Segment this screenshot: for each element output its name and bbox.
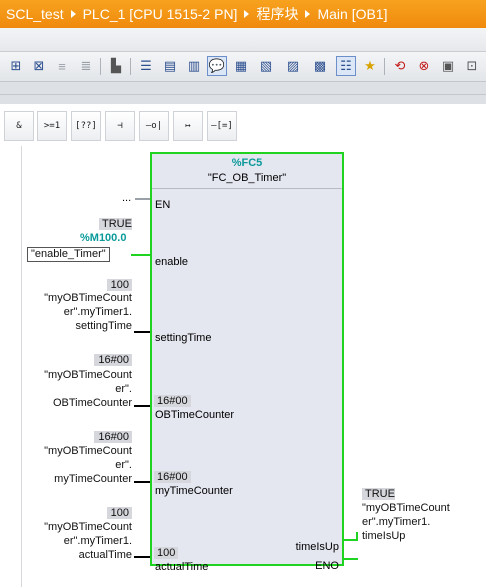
network-comments-icon[interactable]: ▥: [184, 56, 204, 76]
network-canvas[interactable]: %FC5 "FC_OB_Timer" EN enable settingTime…: [0, 146, 486, 587]
close-all-networks-icon[interactable]: ▤: [160, 56, 180, 76]
mytimecounter-operand-line1[interactable]: "myOBTimeCount: [44, 445, 132, 458]
favorites-list-icon[interactable]: ☷: [336, 56, 356, 76]
actualtime-operand-line3[interactable]: actualTime: [79, 549, 132, 562]
absolute-operands-icon[interactable]: ▦: [231, 56, 251, 76]
pin-actualtime[interactable]: actualTime: [155, 561, 208, 573]
enable-address[interactable]: %M100.0: [80, 232, 126, 244]
actualtime-operand-line2[interactable]: er".myTimer1.: [64, 535, 132, 548]
breadcrumb-arrow-icon: [244, 10, 250, 18]
timeisup-wire-riser: [356, 532, 358, 541]
pin-settingtime[interactable]: settingTime: [155, 332, 211, 344]
obtimecounter-value-box: 16#00: [94, 354, 132, 366]
en-operand[interactable]: ...: [122, 192, 131, 204]
enable-value-box: TRUE: [99, 218, 132, 230]
timeisup-operand-line2[interactable]: er".myTimer1.: [362, 516, 430, 529]
block-instance-name[interactable]: %FC5: [152, 157, 342, 169]
assignment-button[interactable]: –[=]: [207, 111, 237, 141]
symbol-table-icon[interactable]: ▩: [310, 56, 330, 76]
pin-mytimecounter[interactable]: myTimeCounter: [155, 485, 233, 497]
breadcrumb-project[interactable]: SCL_test: [6, 6, 64, 22]
ladder-instruction-toolbar: & >=1 [??] ⊣ –o| ↦ –[=]: [0, 104, 486, 146]
operand-display-icon[interactable]: ▧: [256, 56, 276, 76]
mytimecounter-operand-line2[interactable]: er".: [115, 459, 132, 472]
show-comments-icon[interactable]: 💬: [207, 56, 227, 76]
power-rail: [21, 146, 22, 587]
or-box-button[interactable]: >=1: [37, 111, 67, 141]
actualtime-operand-line1[interactable]: "myOBTimeCount: [44, 521, 132, 534]
settingtime-operand-line3[interactable]: settingTime: [76, 320, 132, 333]
eraser-icon[interactable]: ▙: [106, 56, 126, 76]
inner-value-obtimecounter: 16#00: [154, 395, 191, 407]
mytimecounter-wire: [134, 481, 150, 483]
goto-icon[interactable]: ⟲: [390, 56, 410, 76]
timeisup-operand-line1[interactable]: "myOBTimeCount: [362, 502, 450, 515]
editor-tab-strip: [0, 28, 486, 52]
contact-button[interactable]: ⊣: [105, 111, 135, 141]
actualtime-wire: [134, 556, 150, 558]
inner-value-mytimecounter: 16#00: [154, 471, 191, 483]
add-row-icon[interactable]: ≣: [76, 56, 96, 76]
and-box-button[interactable]: &: [4, 111, 34, 141]
settingtime-value-box: 100: [107, 279, 132, 291]
editor-toolbar: ⊞ ⊠ ≡ ≣ ▙ ☰ ▤ ▥ 💬 ▦ ▧ ▨ ▩ ☷ ★ ⟲ ⊗ ▣ ⊡: [0, 52, 486, 82]
actualtime-value-box: 100: [107, 507, 132, 519]
mytimecounter-operand-line3[interactable]: myTimeCounter: [54, 473, 132, 486]
inner-value-actualtime: 100: [154, 547, 179, 559]
timeisup-operand-line3[interactable]: timeIsUp: [362, 530, 405, 543]
obtimecounter-operand-line3[interactable]: OBTimeCounter: [53, 397, 132, 410]
monitor-icon[interactable]: ⊡: [462, 56, 482, 76]
mytimecounter-value-box: 16#00: [94, 431, 132, 443]
pin-en[interactable]: EN: [155, 199, 170, 211]
breadcrumb-main-ob1[interactable]: Main [OB1]: [317, 6, 387, 22]
toolbar-separator: [130, 58, 131, 75]
delete-breakpoint-icon[interactable]: ⊗: [414, 56, 434, 76]
block-type-name[interactable]: "FC_OB_Timer": [152, 172, 342, 184]
obtimecounter-operand-line1[interactable]: "myOBTimeCount: [44, 369, 132, 382]
insert-network-icon[interactable]: ⊞: [6, 56, 26, 76]
breadcrumb-arrow-icon: [70, 10, 76, 18]
favorites-icon[interactable]: ★: [360, 56, 380, 76]
eno-wire: [344, 558, 358, 560]
negated-contact-button[interactable]: –o|: [139, 111, 169, 141]
pin-obtimecounter[interactable]: OBTimeCounter: [155, 409, 234, 421]
empty-box-button[interactable]: [??]: [71, 111, 101, 141]
settingtime-wire: [134, 331, 150, 333]
timeisup-value-box: TRUE: [362, 488, 395, 500]
open-branch-button[interactable]: ↦: [173, 111, 203, 141]
pin-timeisup[interactable]: timeIsUp: [296, 541, 339, 553]
function-block-fc5[interactable]: %FC5 "FC_OB_Timer" EN enable settingTime…: [150, 152, 344, 573]
open-all-networks-icon[interactable]: ☰: [136, 56, 156, 76]
call-hierarchy-icon[interactable]: ▣: [438, 56, 458, 76]
breadcrumb-program-blocks[interactable]: 程序块: [256, 4, 298, 24]
divider: [0, 94, 486, 95]
toolbar-separator: [100, 58, 101, 75]
pin-enable[interactable]: enable: [155, 256, 188, 268]
insert-row-icon[interactable]: ≡: [52, 56, 72, 76]
obtimecounter-wire: [134, 405, 150, 407]
enable-wire: [131, 254, 150, 256]
pin-eno[interactable]: ENO: [315, 560, 339, 572]
breadcrumb-arrow-icon: [305, 10, 311, 18]
tag-information-icon[interactable]: ▨: [283, 56, 303, 76]
block-header-divider: [152, 188, 342, 189]
breadcrumb-plc[interactable]: PLC_1 [CPU 1515-2 PN]: [83, 6, 238, 22]
breadcrumb: SCL_test PLC_1 [CPU 1515-2 PN] 程序块 Main …: [0, 0, 486, 28]
enable-symbol-field[interactable]: "enable_Timer": [27, 247, 110, 262]
obtimecounter-operand-line2[interactable]: er".: [115, 383, 132, 396]
settingtime-operand-line1[interactable]: "myOBTimeCount: [44, 292, 132, 305]
delete-network-icon[interactable]: ⊠: [29, 56, 49, 76]
toolbar-separator: [384, 58, 385, 75]
settingtime-operand-line2[interactable]: er".myTimer1.: [64, 306, 132, 319]
en-wire: [135, 198, 150, 200]
network-header-strip: [0, 82, 486, 104]
